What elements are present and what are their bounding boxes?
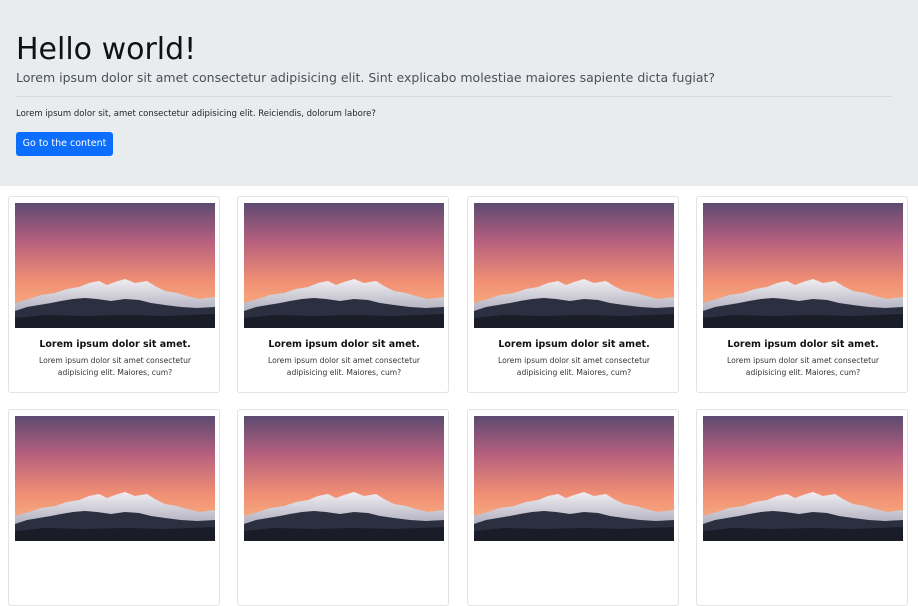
card-image xyxy=(15,416,215,541)
card-grid: Lorem ipsum dolor sit amet. Lorem ipsum … xyxy=(0,0,918,606)
card-image xyxy=(244,416,444,541)
card-image xyxy=(244,203,444,328)
card xyxy=(8,409,220,606)
card: Lorem ipsum dolor sit amet. Lorem ipsum … xyxy=(237,196,449,393)
card-title: Lorem ipsum dolor sit amet. xyxy=(727,339,879,350)
card-image xyxy=(474,416,674,541)
card: Lorem ipsum dolor sit amet. Lorem ipsum … xyxy=(696,196,908,393)
card-text: Lorem ipsum dolor sit amet consectetur a… xyxy=(497,356,651,377)
card: Lorem ipsum dolor sit amet. Lorem ipsum … xyxy=(8,196,220,393)
card: Lorem ipsum dolor sit amet. Lorem ipsum … xyxy=(467,196,679,393)
card-image xyxy=(474,203,674,328)
card-text: Lorem ipsum dolor sit amet consectetur a… xyxy=(267,356,421,377)
card-text: Lorem ipsum dolor sit amet consectetur a… xyxy=(726,356,880,377)
card xyxy=(696,409,908,606)
card-text: Lorem ipsum dolor sit amet consectetur a… xyxy=(38,356,192,377)
card-image xyxy=(703,416,903,541)
card-title: Lorem ipsum dolor sit amet. xyxy=(268,339,420,350)
card-title: Lorem ipsum dolor sit amet. xyxy=(498,339,650,350)
card-title: Lorem ipsum dolor sit amet. xyxy=(39,339,191,350)
card-image xyxy=(15,203,215,328)
card xyxy=(467,409,679,606)
card xyxy=(237,409,449,606)
card-image xyxy=(703,203,903,328)
